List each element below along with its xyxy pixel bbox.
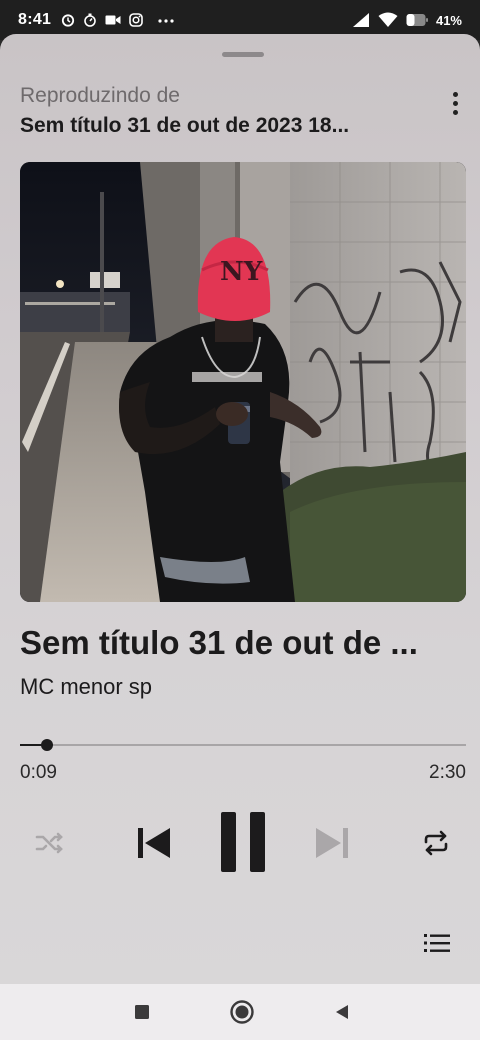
cap-logo: NY (220, 257, 263, 287)
album-artwork: NY (20, 162, 466, 602)
repeat-icon (424, 830, 448, 856)
alarm-icon (62, 14, 75, 27)
artwork-image: NY (20, 162, 466, 602)
music-player-screen: 8:41 41% Reproduzindo de Sem título 31 d… (0, 0, 480, 1040)
now-playing-sheet: Reproduzindo de Sem título 31 de out de … (0, 34, 480, 984)
battery-percentage: 41% (435, 12, 462, 28)
home-icon (230, 1000, 254, 1024)
playing-from-title[interactable]: Sem título 31 de out de 2023 18... (20, 114, 430, 138)
next-button[interactable] (308, 820, 356, 866)
time-elapsed: 0:09 (20, 762, 57, 783)
signal-icon (352, 13, 369, 27)
notification-icons (61, 13, 177, 27)
back-button[interactable] (328, 998, 356, 1026)
more-dot-icon (452, 100, 458, 106)
previous-button[interactable] (130, 820, 178, 866)
battery-icon (406, 14, 428, 26)
back-icon (336, 1005, 348, 1019)
shuffle-button[interactable] (30, 826, 70, 860)
system-nav-bar (0, 984, 480, 1040)
recents-button[interactable] (128, 998, 156, 1026)
video-icon (105, 15, 121, 25)
playing-from-label: Reproduzindo de (20, 84, 180, 107)
status-time: 8:41 (18, 11, 52, 28)
track-title: Sem título 31 de out de ... (20, 624, 418, 661)
sheet-drag-handle[interactable] (222, 52, 264, 57)
timer-icon (84, 13, 97, 27)
next-icon (316, 828, 348, 858)
instagram-icon (129, 13, 144, 27)
queue-button[interactable] (420, 928, 454, 958)
pause-button[interactable] (212, 806, 274, 878)
home-button[interactable] (228, 998, 256, 1026)
more-notifications-icon (158, 19, 174, 23)
wifi-icon (378, 12, 398, 27)
repeat-button[interactable] (416, 826, 456, 860)
more-dot-icon (452, 91, 458, 97)
progress-thumb[interactable] (40, 739, 53, 751)
progress-bar[interactable] (20, 739, 466, 751)
recents-icon (135, 1005, 149, 1019)
time-total: 2:30 (429, 762, 466, 783)
pause-icon (221, 812, 265, 872)
more-dot-icon (452, 109, 458, 115)
queue-icon (424, 934, 450, 952)
system-icons: 41% (352, 12, 462, 28)
previous-icon (138, 828, 170, 858)
shuffle-icon (35, 832, 63, 854)
track-artist[interactable]: MC menor sp (20, 674, 152, 700)
more-options-button[interactable] (440, 86, 470, 120)
